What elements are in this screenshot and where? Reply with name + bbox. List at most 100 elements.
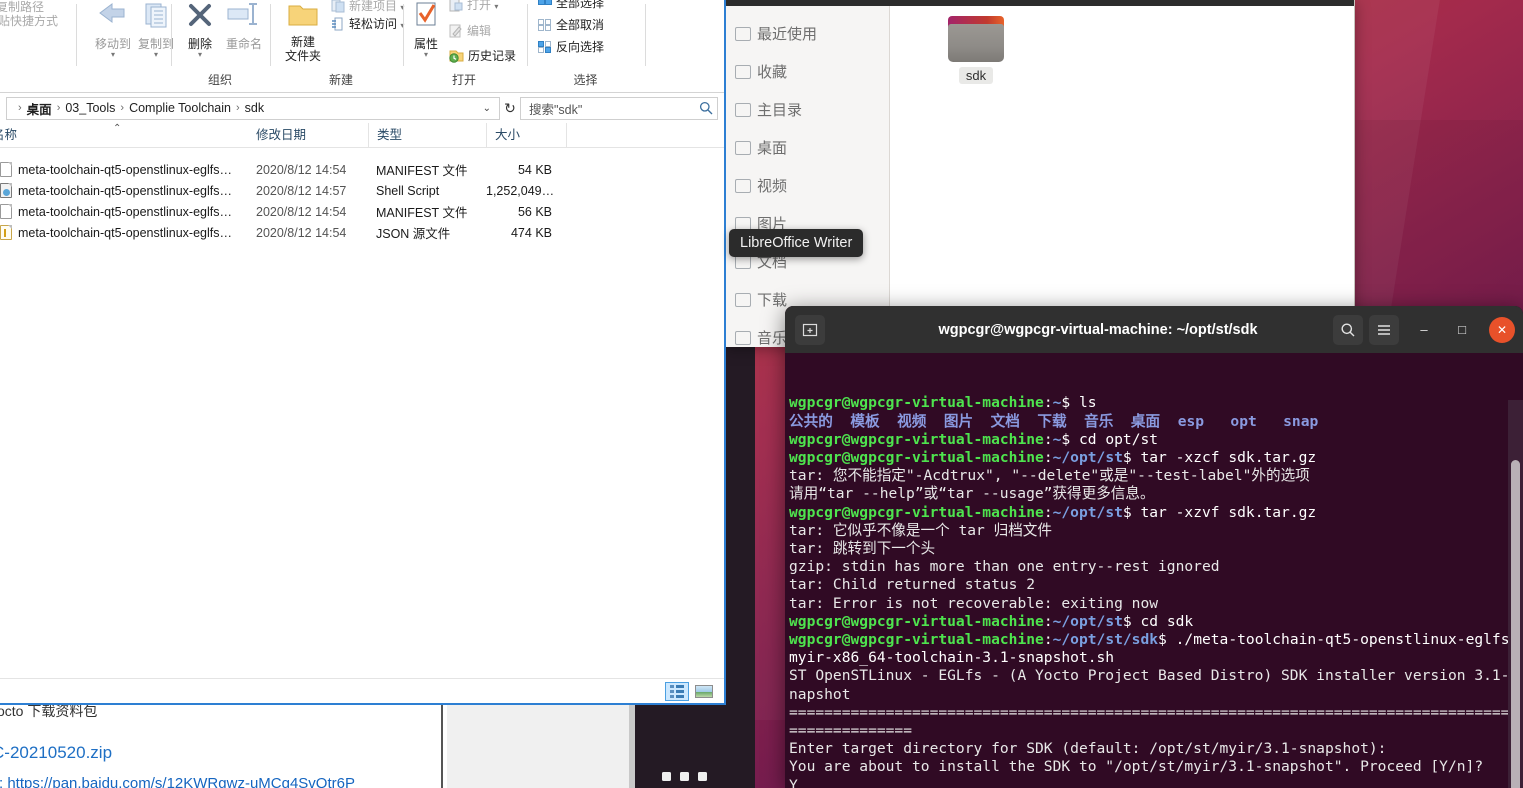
chevron-down-icon[interactable]: ▾ xyxy=(494,2,498,11)
new-folder-button[interactable]: 新建 文件夹 xyxy=(273,2,333,63)
terminal-line: gzip: stdin has more than one entry--res… xyxy=(789,558,1220,576)
nautilus-sidebar[interactable]: 最近使用 收藏 主目录 桌面 视频 图片 文档 下载 音乐 xyxy=(725,6,890,347)
terminal-line: tar: 您不能指定"-Acdtrux", "--delete"或是"--tes… xyxy=(789,467,1310,485)
column-headers[interactable]: 名称 ⌃ 修改日期 类型 大小 xyxy=(0,122,724,148)
search-icon xyxy=(1341,323,1355,336)
open-button[interactable]: 打开 ▾ xyxy=(449,0,498,13)
file-name: meta-toolchain-qt5-openstlinux-eglfs… xyxy=(18,162,232,177)
bgdoc-link[interactable]: ): https://pan.baidu.com/s/12KWRgwz-uMCg… xyxy=(0,775,355,788)
terminal-scrollbar-track[interactable] xyxy=(1508,400,1523,788)
folder-icon xyxy=(948,16,1004,62)
bgdoc-line-2: C-20210520.zip xyxy=(0,743,113,762)
breadcrumb-item-sdk[interactable]: sdk xyxy=(245,101,264,115)
column-header-name[interactable]: 名称 xyxy=(0,123,248,148)
sidebar-item-recent[interactable]: 最近使用 xyxy=(725,16,889,54)
breadcrumb-separator: › xyxy=(236,102,240,114)
folder-item-sdk[interactable]: sdk xyxy=(928,16,1024,85)
easy-access-button[interactable]: 轻松访问 ▾ xyxy=(331,15,404,32)
sidebar-item-label: 主目录 xyxy=(757,102,803,119)
table-row[interactable]: meta-toolchain-qt5-openstlinux-eglfs… 20… xyxy=(0,222,724,243)
background-document-edge xyxy=(441,705,443,788)
table-row[interactable]: meta-toolchain-qt5-openstlinux-eglfs… 20… xyxy=(0,180,724,201)
close-button[interactable]: ✕ xyxy=(1489,316,1515,343)
search-input[interactable]: 搜索"sdk" xyxy=(520,96,718,120)
open-icon xyxy=(449,0,463,12)
history-icon xyxy=(449,50,464,63)
history-button[interactable]: 历史记录 xyxy=(449,47,516,64)
terminal-scrollbar-thumb[interactable] xyxy=(1511,460,1520,788)
new-item-button[interactable]: 新建项目 ▾ xyxy=(331,0,404,14)
column-header-size[interactable]: 大小 xyxy=(486,122,566,148)
details-view-button[interactable] xyxy=(665,681,689,701)
terminal-window[interactable]: wgpcgr@wgpcgr-virtual-machine: ~/opt/st/… xyxy=(785,306,1523,788)
file-date: 2020/8/12 14:54 xyxy=(256,204,347,219)
maximize-button[interactable]: □ xyxy=(1449,317,1475,343)
sidebar-item-label: 桌面 xyxy=(757,140,788,157)
ribbon-group-organize-right: 删除 ▾ 重命名 组织 xyxy=(172,0,268,92)
sidebar-item-starred[interactable]: 收藏 xyxy=(725,54,889,92)
select-all-button[interactable]: 全部选择 xyxy=(538,0,604,11)
search-icon[interactable] xyxy=(699,101,713,115)
terminal-line: Y xyxy=(789,776,798,788)
terminal-menu-button[interactable] xyxy=(1369,314,1399,345)
breadcrumb-item-03tools[interactable]: 03_Tools xyxy=(65,101,115,115)
file-name: meta-toolchain-qt5-openstlinux-eglfs… xyxy=(18,183,232,198)
details-view-icon xyxy=(670,684,684,698)
ribbon[interactable]: 复制路径 粘贴快捷方式 移动到 ▾ 复 xyxy=(0,0,724,93)
table-row[interactable]: meta-toolchain-qt5-openstlinux-eglfs… 20… xyxy=(0,201,724,222)
breadcrumb[interactable]: › 桌面 › 03_Tools › Complie Toolchain › sd… xyxy=(6,96,500,120)
background-document[interactable]: yocto 下载资料包 C-20210520.zip ): https://pa… xyxy=(0,705,447,788)
select-none-icon xyxy=(538,19,551,31)
terminal-line: 请用“tar --help”或“tar --usage”获得更多信息。 xyxy=(789,485,1155,503)
file-type: Shell Script xyxy=(376,183,440,198)
chevron-down-icon[interactable]: ▾ xyxy=(404,51,448,59)
video-icon xyxy=(735,179,751,193)
new-item-icon xyxy=(331,0,345,13)
thumbnail-view-button[interactable] xyxy=(692,682,716,701)
breadcrumb-separator: › xyxy=(18,102,22,114)
properties-button[interactable]: 属性 ▾ xyxy=(404,2,448,59)
terminal-titlebar[interactable]: wgpcgr@wgpcgr-virtual-machine: ~/opt/st/… xyxy=(785,306,1523,353)
clock-icon xyxy=(735,27,751,41)
breadcrumb-item-desktop[interactable]: 桌面 xyxy=(27,99,52,118)
terminal-title: wgpcgr@wgpcgr-virtual-machine: ~/opt/st/… xyxy=(938,321,1258,338)
column-header-date[interactable]: 修改日期 xyxy=(248,123,368,148)
terminal-text: wgpcgr@wgpcgr-virtual-machine:~$ ls 公共的 模… xyxy=(787,394,1523,788)
column-header-extra[interactable] xyxy=(566,122,606,148)
nautilus-file-area[interactable]: sdk xyxy=(890,6,1354,347)
file-list[interactable]: meta-toolchain-qt5-openstlinux-eglfs… 20… xyxy=(0,148,724,243)
terminal-output[interactable]: wgpcgr@wgpcgr-virtual-machine:~$ ls 公共的 模… xyxy=(785,353,1523,788)
invert-selection-button[interactable]: 反向选择 xyxy=(538,38,604,55)
new-tab-button[interactable] xyxy=(795,314,825,345)
select-none-button[interactable]: 全部取消 xyxy=(538,16,604,33)
terminal-search-button[interactable] xyxy=(1333,314,1363,345)
file-size: 1,252,049… xyxy=(486,183,555,198)
file-date: 2020/8/12 14:54 xyxy=(256,225,347,240)
show-applications-dots[interactable] xyxy=(662,772,707,781)
sidebar-item-home[interactable]: 主目录 xyxy=(725,92,889,130)
paste-shortcut-button[interactable]: 粘贴快捷方式 xyxy=(0,12,58,29)
terminal-line: Enter target directory for SDK (default:… xyxy=(789,740,1387,758)
rename-button[interactable]: 重命名 xyxy=(216,2,272,51)
nautilus-window[interactable]: 最近使用 收藏 主目录 桌面 视频 图片 文档 下载 音乐 sdk xyxy=(725,0,1355,347)
file-date: 2020/8/12 14:54 xyxy=(256,162,347,177)
chevron-down-icon[interactable]: ⌄ xyxy=(477,103,497,114)
ribbon-group-open: 属性 ▾ 打开 ▾ 编辑 历史记录 打开 xyxy=(404,0,524,92)
bgdoc-line-1: yocto 下载资料包 xyxy=(0,705,98,719)
sidebar-item-videos[interactable]: 视频 xyxy=(725,168,889,206)
shell-script-icon xyxy=(0,183,12,198)
windows-explorer-window[interactable]: 复制路径 粘贴快捷方式 移动到 ▾ 复 xyxy=(0,0,726,705)
edit-button[interactable]: 编辑 xyxy=(449,22,491,39)
download-icon xyxy=(735,293,751,307)
move-to-icon xyxy=(99,3,125,23)
table-row[interactable]: meta-toolchain-qt5-openstlinux-eglfs… 20… xyxy=(0,159,724,180)
breadcrumb-item-complie-toolchain[interactable]: Complie Toolchain xyxy=(129,101,231,115)
sidebar-item-desktop[interactable]: 桌面 xyxy=(725,130,889,168)
file-size: 54 KB xyxy=(517,162,552,177)
minimize-button[interactable]: – xyxy=(1411,317,1437,343)
address-bar[interactable]: › 桌面 › 03_Tools › Complie Toolchain › sd… xyxy=(0,93,724,123)
refresh-button[interactable]: ↻ xyxy=(500,100,520,117)
generic-file-icon xyxy=(0,204,12,219)
chevron-down-icon[interactable]: ▾ xyxy=(172,51,228,59)
column-header-type[interactable]: 类型 xyxy=(368,122,486,148)
